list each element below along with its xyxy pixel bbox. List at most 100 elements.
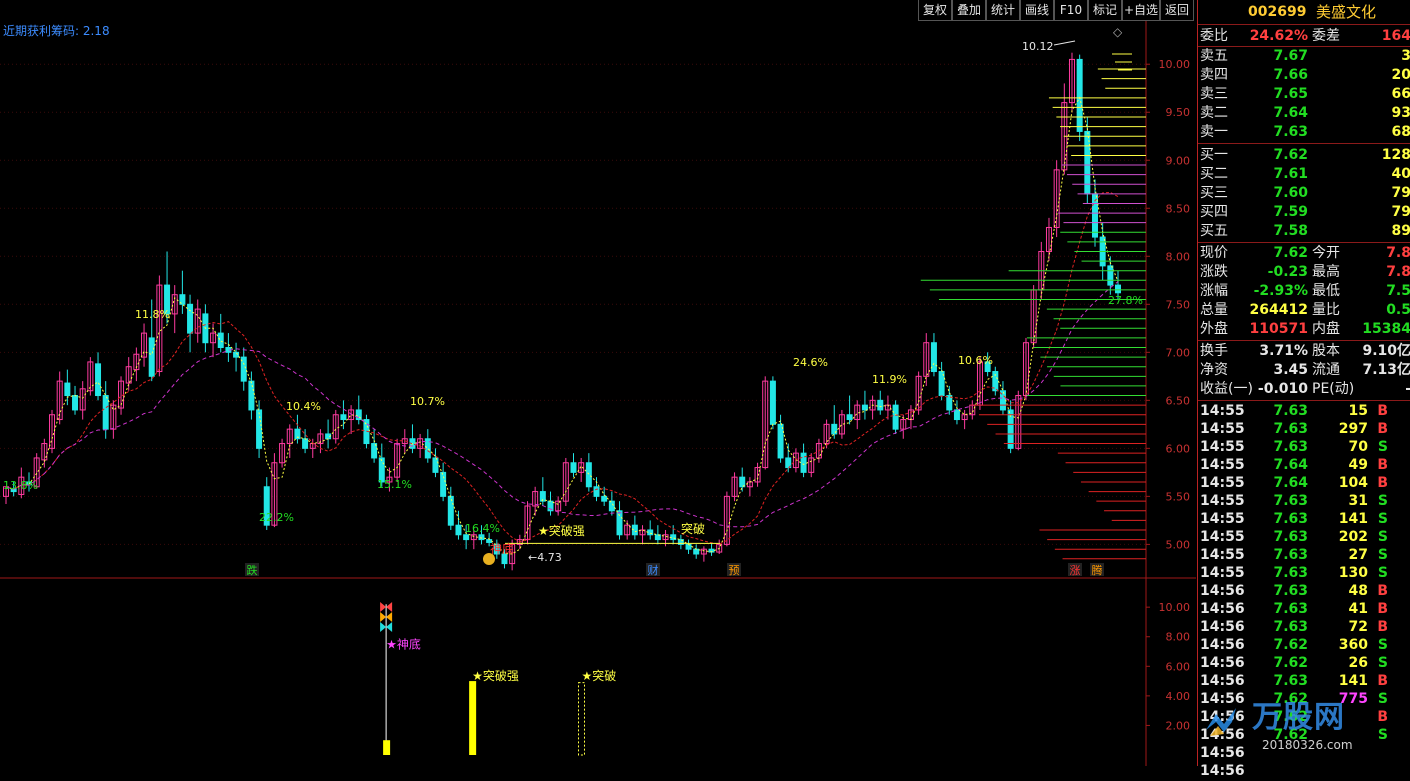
quote-value: -0.23: [1267, 264, 1308, 280]
bid-volume: 128: [1381, 147, 1410, 163]
tick-row: 14:55 7.64 49 B: [1198, 456, 1410, 475]
pct-label: 10.7%: [410, 395, 445, 408]
pct-label: 16.4%: [465, 522, 500, 535]
panel-separator: [1198, 400, 1410, 401]
candle-body: [463, 534, 470, 541]
ask-price: 7.64: [1273, 105, 1308, 121]
tick-row: 14:55 7.63 297 B: [1198, 420, 1410, 439]
finance-label-2: 股本: [1312, 343, 1340, 359]
tick-row: 14:55 7.63 70 S: [1198, 438, 1410, 457]
pct-label: 13.8%: [3, 479, 38, 492]
tick-price: 7.63: [1273, 619, 1308, 635]
price-axis-label: 7.00: [1166, 346, 1191, 359]
tick-side: B: [1377, 673, 1388, 689]
toolbar-button-3[interactable]: 画线: [1020, 0, 1054, 21]
candle-body: [608, 500, 615, 512]
price-axis-label: 8.50: [1166, 202, 1191, 215]
tick-time: 14:55: [1200, 475, 1245, 491]
price-axis-label: 9.00: [1166, 154, 1191, 167]
bid-label: 买三: [1200, 185, 1228, 201]
sub-signal-bottom: ★神底: [386, 637, 421, 652]
toolbar-button-5[interactable]: 标记: [1088, 0, 1122, 21]
candle-body: [256, 409, 263, 449]
candle-body: [570, 462, 577, 473]
tick-row: 14:55 7.63 31 S: [1198, 492, 1410, 511]
finance-value: 3.71%: [1259, 343, 1308, 359]
bid-volume: 89: [1391, 223, 1410, 239]
kline-chart[interactable]: 10.00 9.50 9.00 8.50 8.00 7.50 7.00 6.50 6.00 5.5…: [0, 0, 1196, 766]
ask-price: 7.66: [1273, 67, 1308, 83]
tick-time: 14:56: [1200, 763, 1245, 779]
candle-body: [846, 414, 853, 421]
toolbar-button-1[interactable]: 叠加: [952, 0, 986, 21]
candle-body: [187, 303, 194, 334]
bid-row: 买一 7.62 128: [1198, 146, 1410, 165]
pct-label: 24.6%: [793, 356, 828, 369]
price-axis-label: 9.50: [1166, 106, 1191, 119]
tick-time: 14:55: [1200, 511, 1245, 527]
pct-label: 10.4%: [286, 400, 321, 413]
tick-row: 14:55 7.63 27 S: [1198, 546, 1410, 565]
signal-breakout-strong: ★突破强: [538, 523, 585, 538]
price-axis-label: 5.50: [1166, 490, 1191, 503]
tick-price: 7.63: [1273, 529, 1308, 545]
tick-time: 14:56: [1200, 673, 1245, 689]
marker-label: 跌: [247, 563, 258, 577]
stock-code: 002699: [1248, 4, 1307, 20]
tick-row: 14:56 7.63 41 B: [1198, 600, 1410, 619]
tick-volume: 15: [1348, 403, 1368, 419]
quote-value: 110571: [1249, 321, 1308, 337]
price-axis-label: 7.50: [1166, 298, 1191, 311]
tick-time: 14:55: [1200, 529, 1245, 545]
sub-axis-label: 2.00: [1166, 719, 1191, 732]
candle-body: [440, 471, 447, 497]
tick-side: B: [1377, 457, 1388, 473]
quote-label-2: 量比: [1312, 302, 1340, 318]
quote-label: 涨幅: [1200, 283, 1228, 299]
toolbar-button-6[interactable]: +自选: [1122, 0, 1160, 21]
tick-side: B: [1377, 583, 1388, 599]
candle-body: [877, 399, 884, 411]
quote-row: 总量 264412 量比 0.5: [1198, 301, 1410, 320]
finance-label-2: 流通: [1312, 362, 1340, 378]
indicator-title: 近期获利筹码: 2.18: [3, 24, 110, 38]
low-price-label: ←4.73: [528, 551, 562, 564]
toolbar-button-0[interactable]: 复权: [918, 0, 952, 21]
tick-time: 14:55: [1200, 493, 1245, 509]
finance-label-2: PE(动): [1312, 381, 1355, 397]
tick-row: 14:55 7.63 15 B: [1198, 402, 1410, 421]
tick-row: 14:55 7.63 141 S: [1198, 510, 1410, 529]
tick-time: 14:55: [1200, 565, 1245, 581]
bid-volume: 40: [1391, 166, 1410, 182]
bottom-signal-bar: [383, 740, 391, 755]
candle-body: [233, 351, 240, 358]
toolbar-button-2[interactable]: 统计: [986, 0, 1020, 21]
tick-volume: 202: [1338, 529, 1368, 545]
tick-side: B: [1377, 475, 1388, 491]
tick-side: S: [1377, 637, 1388, 653]
tick-price: 7.63: [1273, 673, 1308, 689]
tick-side: S: [1377, 439, 1388, 455]
tick-side: S: [1377, 529, 1388, 545]
sub-axis-label: 10.00: [1159, 601, 1191, 614]
tick-time: 14:55: [1200, 439, 1245, 455]
tick-row: 14:56 7.63 48 B: [1198, 582, 1410, 601]
candle-body: [1115, 284, 1121, 294]
ask-volume: 66: [1391, 86, 1410, 102]
toolbar-button-4[interactable]: F10: [1054, 0, 1088, 21]
tick-price: 7.62: [1273, 655, 1308, 671]
quote-label: 现价: [1200, 245, 1228, 261]
chart-toolbar: 复权 叠加 统计 画线 F10 标记 +自选 返回: [0, 0, 1196, 21]
ask-price: 7.63: [1273, 124, 1308, 140]
ma-short-line: [5, 96, 1119, 555]
bid-price: 7.60: [1273, 185, 1308, 201]
ask-volume: 20: [1391, 67, 1410, 83]
tick-row: 14:56 7.62 B: [1198, 708, 1410, 727]
high-price-label: 10.12: [1022, 40, 1054, 53]
tick-time: 14:56: [1200, 709, 1245, 725]
tick-row: 14:56 7.62 26 S: [1198, 654, 1410, 673]
tick-volume: 72: [1348, 619, 1368, 635]
price-axis-label: 5.00: [1166, 538, 1191, 551]
tick-price: 7.62: [1273, 691, 1308, 707]
toolbar-button-7[interactable]: 返回: [1160, 0, 1194, 21]
